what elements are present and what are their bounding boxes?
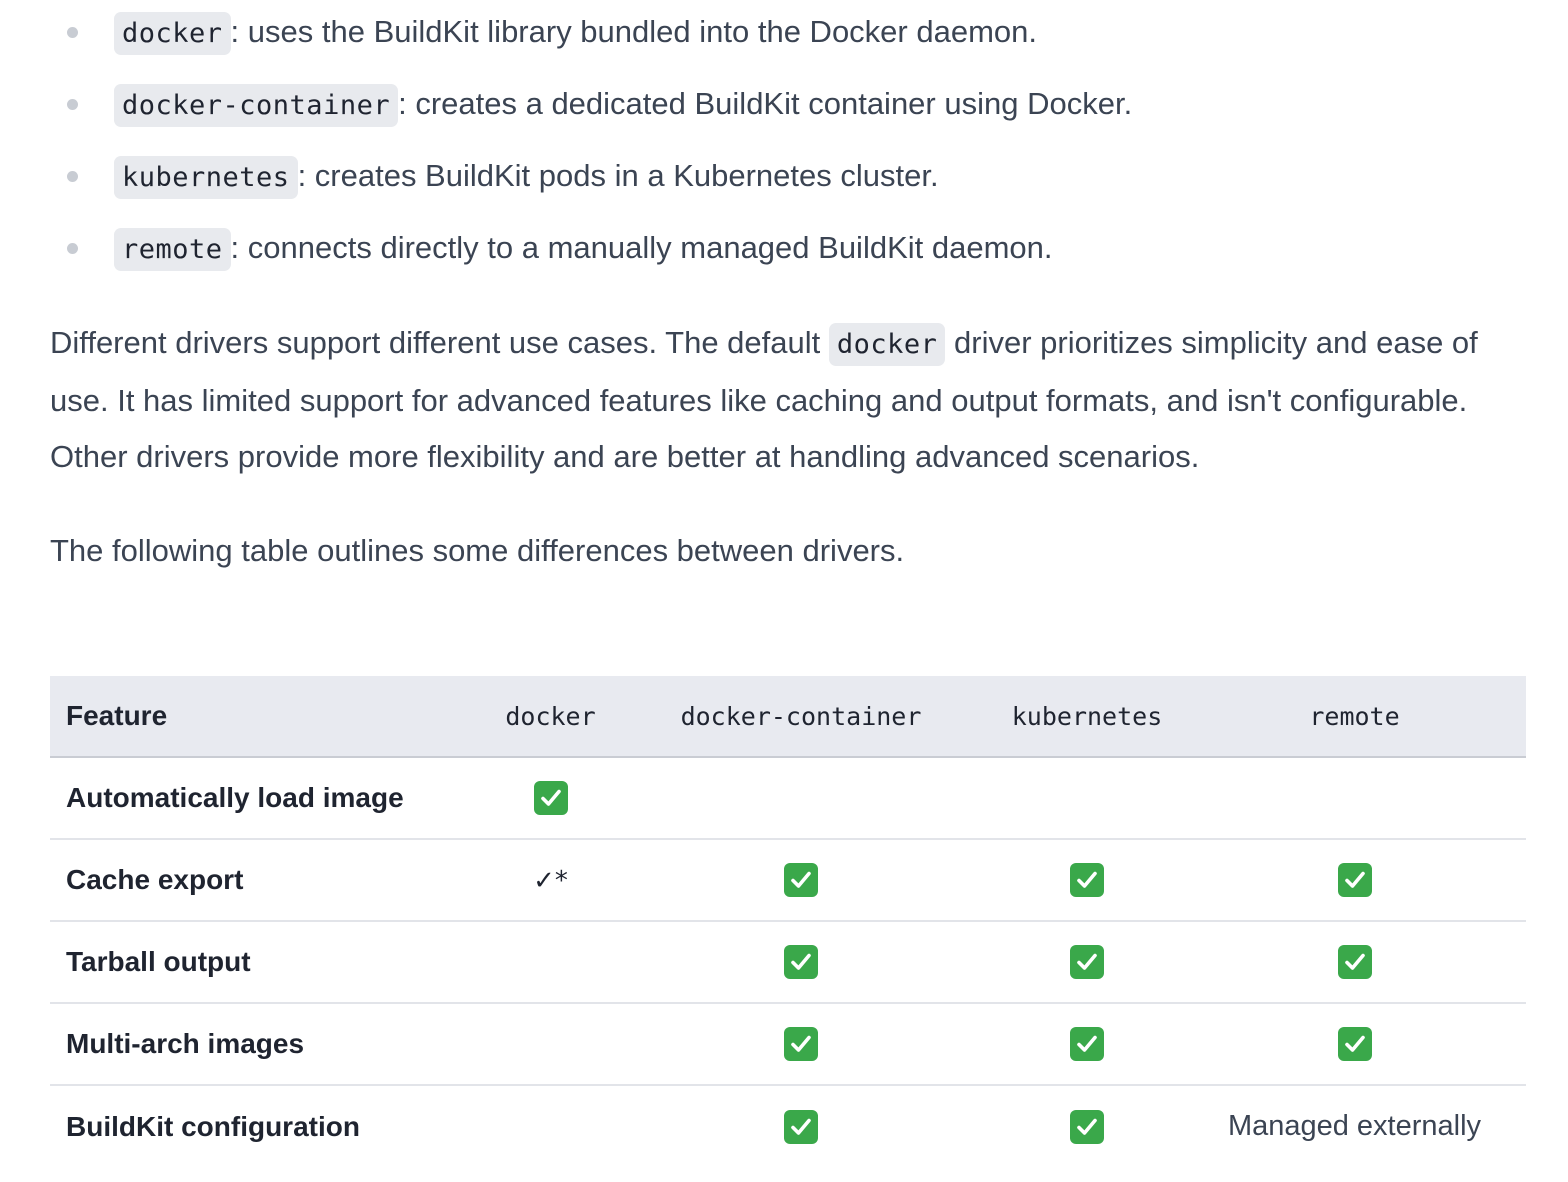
list-item-text: : creates BuildKit pods in a Kubernetes … [297,158,939,193]
cell-docker-container [611,1085,991,1167]
column-header-kubernetes: kubernetes [991,676,1183,758]
cell-kubernetes [991,1085,1183,1167]
table-intro-paragraph: The following table outlines some differ… [50,533,905,568]
bullet-icon [67,171,78,182]
list-item-docker-container: docker-container: creates a dedicated Bu… [50,78,1526,150]
feature-name-cell: Multi-arch images [66,1028,305,1059]
check-mark-icon [784,1027,818,1062]
table-row: Multi-arch images [50,1003,1526,1085]
bullet-icon [67,243,78,254]
check-mark-icon [1070,1027,1104,1062]
table-row: Cache export ✓* [50,839,1526,921]
column-header-feature: Feature [50,676,490,758]
list-item-docker: docker: uses the BuildKit library bundle… [50,6,1526,78]
table-header-row: Feature docker docker-container kubernet… [50,676,1526,758]
check-mark-icon [1070,1109,1104,1144]
feature-name-cell: BuildKit configuration [66,1110,360,1142]
list-item-kubernetes: kubernetes: creates BuildKit pods in a K… [50,150,1526,222]
feature-name-cell: Automatically load image [66,782,404,813]
cell-docker-container [611,921,991,1003]
cell-docker: ✓* [490,839,611,921]
table-row: BuildKit configuration Managed externally [50,1085,1526,1167]
partial-support-text: ✓* [533,865,568,896]
cell-remote: Managed externally [1183,1085,1526,1167]
list-item-text: : uses the BuildKit library bundled into… [230,14,1038,49]
cell-docker-container [611,839,991,921]
column-header-docker: docker [490,676,611,758]
table-row: Tarball output [50,921,1526,1003]
check-mark-icon [1337,1027,1372,1062]
inline-code: docker [828,323,946,366]
inline-code: remote [114,228,231,271]
cell-docker [490,921,611,1003]
cell-remote [1183,921,1526,1003]
cell-remote [1183,839,1526,921]
inline-code: kubernetes [114,156,298,199]
cell-kubernetes [991,757,1183,839]
drivers-description-paragraph: Different drivers support different use … [50,315,1530,485]
list-item-text: : connects directly to a manually manage… [230,230,1053,265]
drivers-list: docker: uses the BuildKit library bundle… [50,6,1526,294]
check-mark-icon [1070,945,1104,980]
cell-docker [490,757,611,839]
cell-kubernetes [991,921,1183,1003]
bullet-icon [67,99,78,110]
check-mark-icon [1337,863,1372,898]
list-item-text: : creates a dedicated BuildKit container… [398,86,1133,121]
cell-kubernetes [991,839,1183,921]
check-mark-icon [784,945,818,980]
cell-docker [490,1085,611,1167]
cell-docker-container [611,757,991,839]
inline-code: docker-container [114,84,399,127]
feature-name-cell: Cache export [66,864,244,895]
list-item-remote: remote: connects directly to a manually … [50,222,1526,294]
inline-code: docker [114,12,231,55]
check-mark-icon [1070,863,1104,898]
check-mark-icon [533,781,568,816]
cell-remote [1183,1003,1526,1085]
feature-name-cell: Tarball output [66,946,251,977]
check-mark-icon [784,863,818,898]
check-mark-icon [1337,945,1372,980]
table-row: Automatically load image [50,757,1526,839]
cell-kubernetes [991,1003,1183,1085]
cell-remote [1183,757,1526,839]
cell-docker-container [611,1003,991,1085]
column-header-docker-container: docker-container [611,676,991,758]
check-mark-icon [784,1109,818,1144]
cell-docker [490,1003,611,1085]
cell-text: Managed externally [1227,1110,1482,1142]
column-header-remote: remote [1183,676,1526,758]
bullet-icon [67,27,78,38]
doc-content: docker: uses the BuildKit library bundle… [50,0,1526,1144]
drivers-comparison-table: Feature docker docker-container kubernet… [50,676,1526,1167]
paragraph-text: Different drivers support different use … [50,325,829,360]
